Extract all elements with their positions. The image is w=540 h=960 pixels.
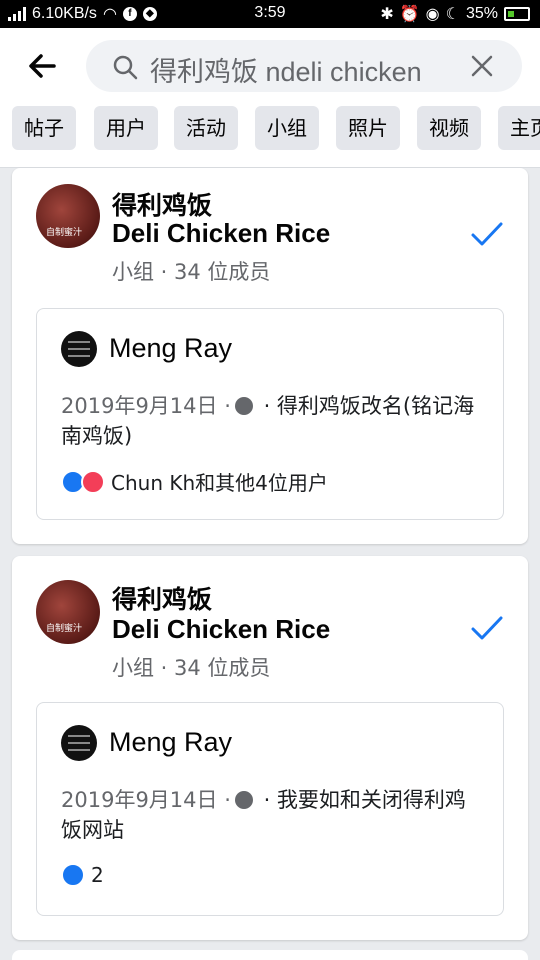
author-avatar[interactable] bbox=[61, 331, 97, 367]
globe-icon bbox=[234, 397, 253, 415]
reactions-text: 2 bbox=[91, 863, 104, 887]
filter-bar: 帖子 用户 活动 小组 照片 视频 主页 bbox=[0, 106, 540, 168]
battery-percent: 35% bbox=[465, 5, 498, 22]
chip-posts[interactable]: 帖子 bbox=[12, 106, 76, 150]
post-date: 2019年9月14日 · bbox=[61, 394, 231, 418]
globe-icon bbox=[234, 791, 253, 809]
post-text: 2019年9月14日 · · 我要如和关闭得利鸡饭网站 bbox=[61, 785, 481, 845]
bluetooth-icon: ✱ bbox=[380, 6, 394, 23]
search-query[interactable]: 得利鸡饭 ndeli chicken bbox=[150, 50, 422, 89]
group-name-zh[interactable]: 得利鸡饭 bbox=[112, 186, 212, 222]
group-name-en[interactable]: Deli Chicken Rice bbox=[112, 218, 330, 249]
post-date: 2019年9月14日 · bbox=[61, 788, 231, 812]
chip-groups[interactable]: 小组 bbox=[255, 106, 319, 150]
post-text: 2019年9月14日 · · 得利鸡饭改名(铭记海南鸡饭) bbox=[61, 391, 481, 451]
search-icon bbox=[113, 55, 138, 80]
chip-people[interactable]: 用户 bbox=[94, 106, 158, 150]
reactions-row[interactable]: Chun Kh和其他4位用户 bbox=[61, 467, 328, 496]
chip-videos[interactable]: 视频 bbox=[417, 106, 481, 150]
eye-icon: ◉ bbox=[425, 6, 440, 23]
moon-icon: ☾ bbox=[445, 6, 460, 23]
chip-photos[interactable]: 照片 bbox=[336, 106, 400, 150]
group-meta: 小组 · 34 位成员 bbox=[112, 656, 271, 680]
search-header: 得利鸡饭 ndeli chicken bbox=[0, 28, 540, 106]
group-meta: 小组 · 34 位成员 bbox=[112, 260, 271, 284]
author-name[interactable]: Meng Ray bbox=[109, 727, 232, 758]
result-card[interactable]: 自制蜜汁 得利鸡饭 Deli Chicken Rice 小组 · 34 位成员 … bbox=[12, 168, 528, 544]
reactions-row[interactable]: 2 bbox=[61, 863, 104, 887]
reactions-text: Chun Kh和其他4位用户 bbox=[111, 471, 328, 495]
back-arrow-icon[interactable] bbox=[24, 48, 60, 84]
group-avatar[interactable]: 自制蜜汁 bbox=[36, 580, 100, 644]
result-card[interactable] bbox=[12, 950, 528, 960]
check-icon bbox=[471, 222, 503, 246]
love-icon bbox=[81, 469, 105, 494]
chip-pages[interactable]: 主页 bbox=[498, 106, 540, 150]
author-name[interactable]: Meng Ray bbox=[109, 333, 232, 364]
chip-events[interactable]: 活动 bbox=[174, 106, 238, 150]
group-name-en[interactable]: Deli Chicken Rice bbox=[112, 614, 330, 645]
post-preview[interactable]: Meng Ray 2019年9月14日 · · 得利鸡饭改名(铭记海南鸡饭) C… bbox=[36, 308, 504, 520]
status-bar: 6.10KB/s ◠ f ◆ 3:59 ✱ ⏰ ◉ ☾ 35% bbox=[0, 0, 540, 28]
battery-icon bbox=[504, 7, 530, 21]
search-input[interactable]: 得利鸡饭 ndeli chicken bbox=[86, 40, 522, 92]
author-avatar[interactable] bbox=[61, 725, 97, 761]
status-right: ✱ ⏰ ◉ ☾ 35% bbox=[380, 4, 530, 24]
group-name-zh[interactable]: 得利鸡饭 bbox=[112, 580, 212, 616]
like-icon bbox=[61, 863, 85, 887]
post-preview[interactable]: Meng Ray 2019年9月14日 · · 我要如和关闭得利鸡饭网站 2 bbox=[36, 702, 504, 916]
check-icon bbox=[471, 616, 503, 640]
group-avatar[interactable]: 自制蜜汁 bbox=[36, 184, 100, 248]
clear-icon[interactable] bbox=[470, 54, 494, 78]
alarm-icon: ⏰ bbox=[399, 6, 420, 23]
result-card[interactable]: 自制蜜汁 得利鸡饭 Deli Chicken Rice 小组 · 34 位成员 … bbox=[12, 556, 528, 940]
